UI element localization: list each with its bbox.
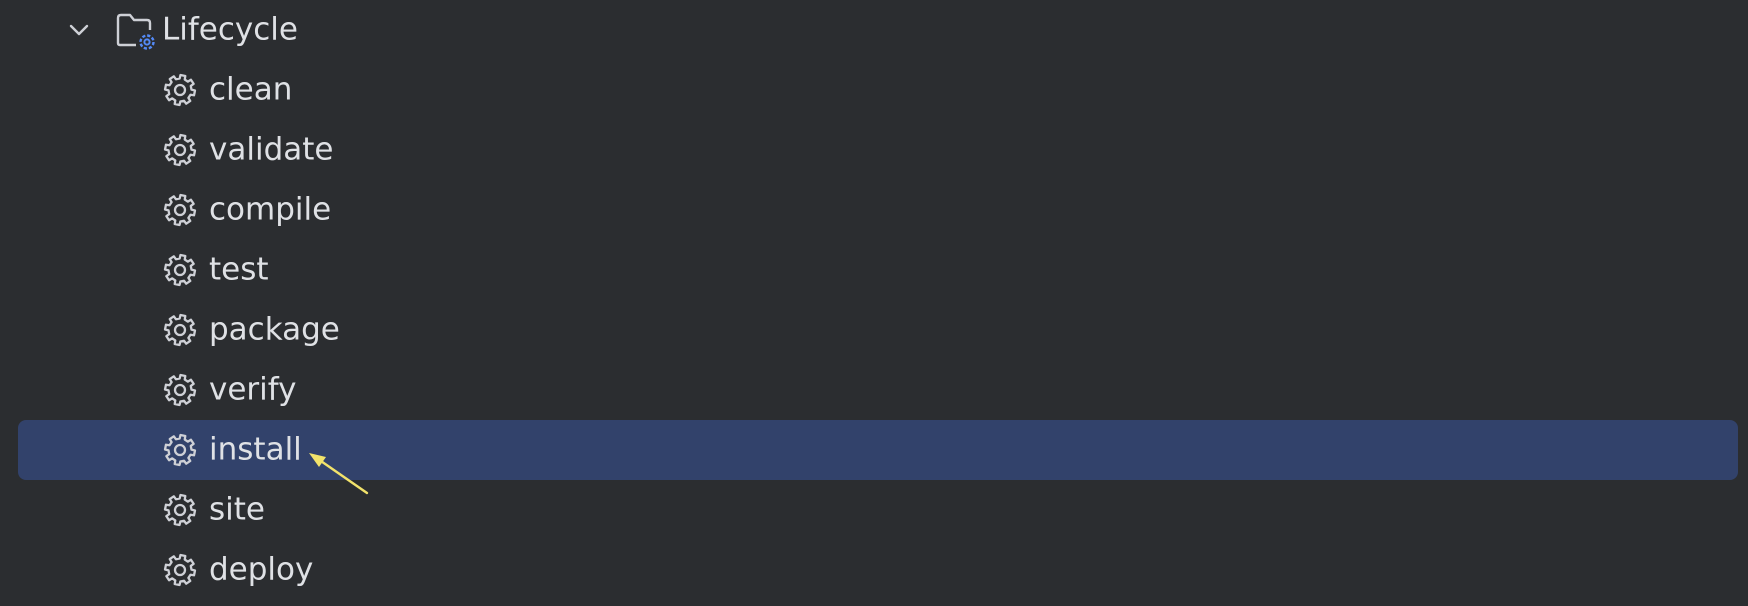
tree-item-clean[interactable]: clean bbox=[18, 60, 1738, 120]
tree-item-label: validate bbox=[209, 131, 334, 168]
chevron-down-icon[interactable] bbox=[66, 17, 92, 43]
gear-icon bbox=[162, 252, 198, 288]
tree-item-label: compile bbox=[209, 191, 332, 228]
tree-item-label: test bbox=[209, 251, 269, 288]
gear-icon bbox=[162, 372, 198, 408]
tree-item-validate[interactable]: validate bbox=[18, 120, 1738, 180]
gear-icon bbox=[162, 552, 198, 588]
tree-group-lifecycle[interactable]: Lifecycle bbox=[18, 0, 1738, 60]
lifecycle-tree: Lifecycle clean validate compile test pa… bbox=[0, 0, 1748, 606]
gear-icon bbox=[162, 312, 198, 348]
tree-item-label: verify bbox=[209, 371, 297, 408]
tree-item-label: site bbox=[209, 491, 265, 528]
tree-item-compile[interactable]: compile bbox=[18, 180, 1738, 240]
tree-item-label: deploy bbox=[209, 551, 314, 588]
tree-item-verify[interactable]: verify bbox=[18, 360, 1738, 420]
gear-icon bbox=[162, 492, 198, 528]
gear-icon bbox=[162, 192, 198, 228]
tree-item-deploy[interactable]: deploy bbox=[18, 540, 1738, 600]
gear-icon bbox=[162, 432, 198, 468]
tree-group-label: Lifecycle bbox=[162, 11, 298, 48]
tree-item-site[interactable]: site bbox=[18, 480, 1738, 540]
tree-item-label: clean bbox=[209, 71, 293, 108]
folder-gear-icon bbox=[114, 10, 158, 50]
tree-item-install[interactable]: install bbox=[18, 420, 1738, 480]
gear-icon bbox=[162, 72, 198, 108]
tree-item-package[interactable]: package bbox=[18, 300, 1738, 360]
tree-item-label: install bbox=[209, 431, 302, 468]
tree-item-test[interactable]: test bbox=[18, 240, 1738, 300]
gear-icon bbox=[162, 132, 198, 168]
tree-item-label: package bbox=[209, 311, 340, 348]
